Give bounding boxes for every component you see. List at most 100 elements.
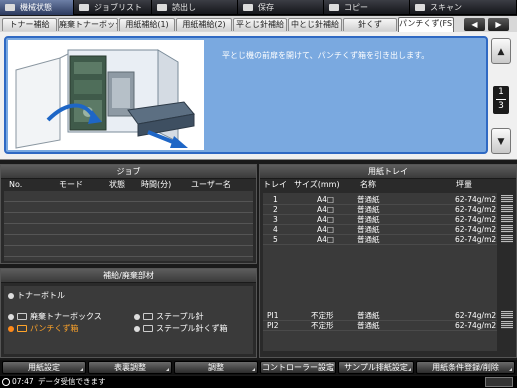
header-mode: モード (59, 180, 83, 189)
supply-staple-waste: ステープル針くず箱 (134, 323, 228, 334)
mode-copy[interactable]: コピー (324, 0, 410, 15)
job-row (4, 235, 253, 246)
tray-id: 5 (273, 235, 278, 244)
tray-row[interactable]: 4 A4□ 普通紙 62-74g/m2 (263, 225, 513, 235)
tray-weight: 62-74g/m2 (455, 235, 497, 244)
paper-settings-button[interactable]: 用紙設定 (2, 361, 86, 374)
supply-punch-waste: パンチくず箱 (8, 323, 78, 334)
mode-label: スキャン (430, 3, 462, 12)
scroll-down-button[interactable]: ▼ (491, 128, 511, 154)
tray-size: 不定形 (311, 321, 334, 330)
supply-label: 廃棄トナーボックス (30, 312, 102, 321)
tray-size: 不定形 (311, 311, 334, 320)
supply-waste-toner-box: 廃棄トナーボックス (8, 311, 102, 322)
paper-level-icon (501, 321, 513, 329)
mode-scan[interactable]: スキャン (410, 0, 517, 15)
tray-size: A4□ (317, 215, 334, 224)
tab-waste-toner-box[interactable]: 廃棄トナーボックス (58, 18, 118, 31)
tray-panel-title: 用紙トレイ (260, 165, 516, 179)
tray-id: 3 (273, 215, 278, 224)
supply-list: トナーボトル 廃棄トナーボックス パンチくず箱 ステープル針 ステープル針くず箱 (4, 286, 253, 354)
tray-paper-name: 普通紙 (357, 235, 380, 244)
header-user: ユーザー名 (191, 180, 231, 189)
job-panel: ジョブ No. モード 状態 時間(分) ユーザー名 (0, 164, 257, 264)
controller-settings-button[interactable]: コントローラー設定 (260, 361, 336, 374)
mode-recall[interactable]: 読出し (152, 0, 238, 15)
tab-flat-staple[interactable]: 平とじ針補給 (233, 18, 287, 31)
punch-waste-diagram (8, 40, 204, 150)
tray-paper-name: 普通紙 (357, 215, 380, 224)
tab-prev-button[interactable]: ◀ (464, 18, 485, 31)
guidance-panel: 平とじ機の前扉を開けて、パンチくず箱を引き出します。 ▲ 1 3 ▼ (0, 32, 517, 160)
status-dot-icon (134, 313, 140, 320)
tab-next-button[interactable]: ▶ (488, 18, 509, 31)
tab-staple-waste[interactable]: 針くず (343, 18, 397, 31)
mode-job-list[interactable]: ジョブリスト (74, 0, 152, 15)
job-row (4, 202, 253, 213)
supply-label: ステープル針くず箱 (156, 324, 228, 333)
tray-id: 1 (273, 195, 278, 204)
tray-row[interactable]: 2 A4□ 普通紙 62-74g/m2 (263, 205, 513, 215)
sample-output-button[interactable]: サンプル排紙設定 (338, 361, 414, 374)
mode-machine-status[interactable]: 機械状態 (0, 0, 74, 15)
supply-staple: ステープル針 (134, 311, 204, 322)
machine-status-icon (4, 3, 17, 12)
finisher-illustration (8, 40, 204, 150)
cover-adjust-button[interactable]: 表裏調整 (88, 361, 172, 374)
clock-icon (2, 378, 10, 386)
job-row (4, 213, 253, 224)
recall-icon (156, 3, 169, 12)
waste-box-icon (17, 313, 27, 320)
tab-punch-waste[interactable]: パンチくず(FS) (398, 17, 454, 32)
total-pages: 3 (498, 101, 504, 111)
tray-paper-name: 普通紙 (357, 225, 380, 234)
tray-paper-name: 普通紙 (357, 321, 380, 330)
tray-row[interactable]: PI1 不定形 普通紙 62-74g/m2 (263, 311, 513, 321)
paper-level-icon (501, 215, 513, 223)
tray-weight: 62-74g/m2 (455, 205, 497, 214)
supply-panel-title: 補給/廃棄部材 (1, 269, 256, 283)
status-bar: 07:47 データ受信できます (0, 376, 517, 388)
scroll-up-button[interactable]: ▲ (491, 38, 511, 64)
tray-id: PI1 (267, 311, 279, 320)
tray-id: PI2 (267, 321, 279, 330)
guidance-frame: 平とじ機の前扉を開けて、パンチくず箱を引き出します。 (4, 36, 488, 154)
supply-panel: 補給/廃棄部材 トナーボトル 廃棄トナーボックス パンチくず箱 ステープル針 ス… (0, 268, 257, 358)
tray-size: A4□ (317, 225, 334, 234)
header-time: 時間(分) (141, 180, 172, 189)
supply-label: トナーボトル (17, 291, 65, 300)
tray-paper-name: 普通紙 (357, 195, 380, 204)
tray-weight: 62-74g/m2 (455, 311, 497, 320)
scan-icon (414, 3, 427, 12)
mode-save[interactable]: 保存 (238, 0, 324, 15)
paper-register-button[interactable]: 用紙条件登録/削除 (416, 361, 515, 374)
staple-icon (143, 313, 153, 320)
tray-row[interactable]: PI2 不定形 普通紙 62-74g/m2 (263, 321, 513, 331)
job-row (4, 224, 253, 235)
mode-label: ジョブリスト (94, 3, 142, 12)
tray-paper-name: 普通紙 (357, 205, 380, 214)
tray-row[interactable]: 1 A4□ 普通紙 62-74g/m2 (263, 195, 513, 205)
adjust-button[interactable]: 調整 (174, 361, 258, 374)
tray-row[interactable]: 5 A4□ 普通紙 62-74g/m2 (263, 235, 513, 245)
status-dot-icon (8, 313, 14, 320)
status-dot-icon (134, 325, 140, 332)
tray-weight: 62-74g/m2 (455, 225, 497, 234)
copy-icon (328, 3, 341, 12)
page-indicator: 1 3 (493, 86, 509, 114)
tray-row[interactable]: 3 A4□ 普通紙 62-74g/m2 (263, 215, 513, 225)
warning-dot-icon (8, 325, 14, 332)
tab-paper-supply-2[interactable]: 用紙補給(2) (176, 18, 232, 31)
function-button-bar: 用紙設定 表裏調整 調整 コントローラー設定 サンプル排紙設定 用紙条件登録/削… (0, 360, 517, 375)
paper-level-icon (501, 311, 513, 319)
job-list[interactable] (4, 191, 253, 261)
tab-toner[interactable]: トナー補給 (2, 18, 57, 31)
tab-saddle-staple[interactable]: 中とじ針補給 (288, 18, 342, 31)
tray-paper-name: 普通紙 (357, 311, 380, 320)
mode-label: コピー (344, 3, 368, 12)
staple-waste-icon (143, 325, 153, 332)
job-row (4, 191, 253, 202)
job-row (4, 246, 253, 257)
paper-level-icon (501, 195, 513, 203)
tab-paper-supply-1[interactable]: 用紙補給(1) (119, 18, 175, 31)
